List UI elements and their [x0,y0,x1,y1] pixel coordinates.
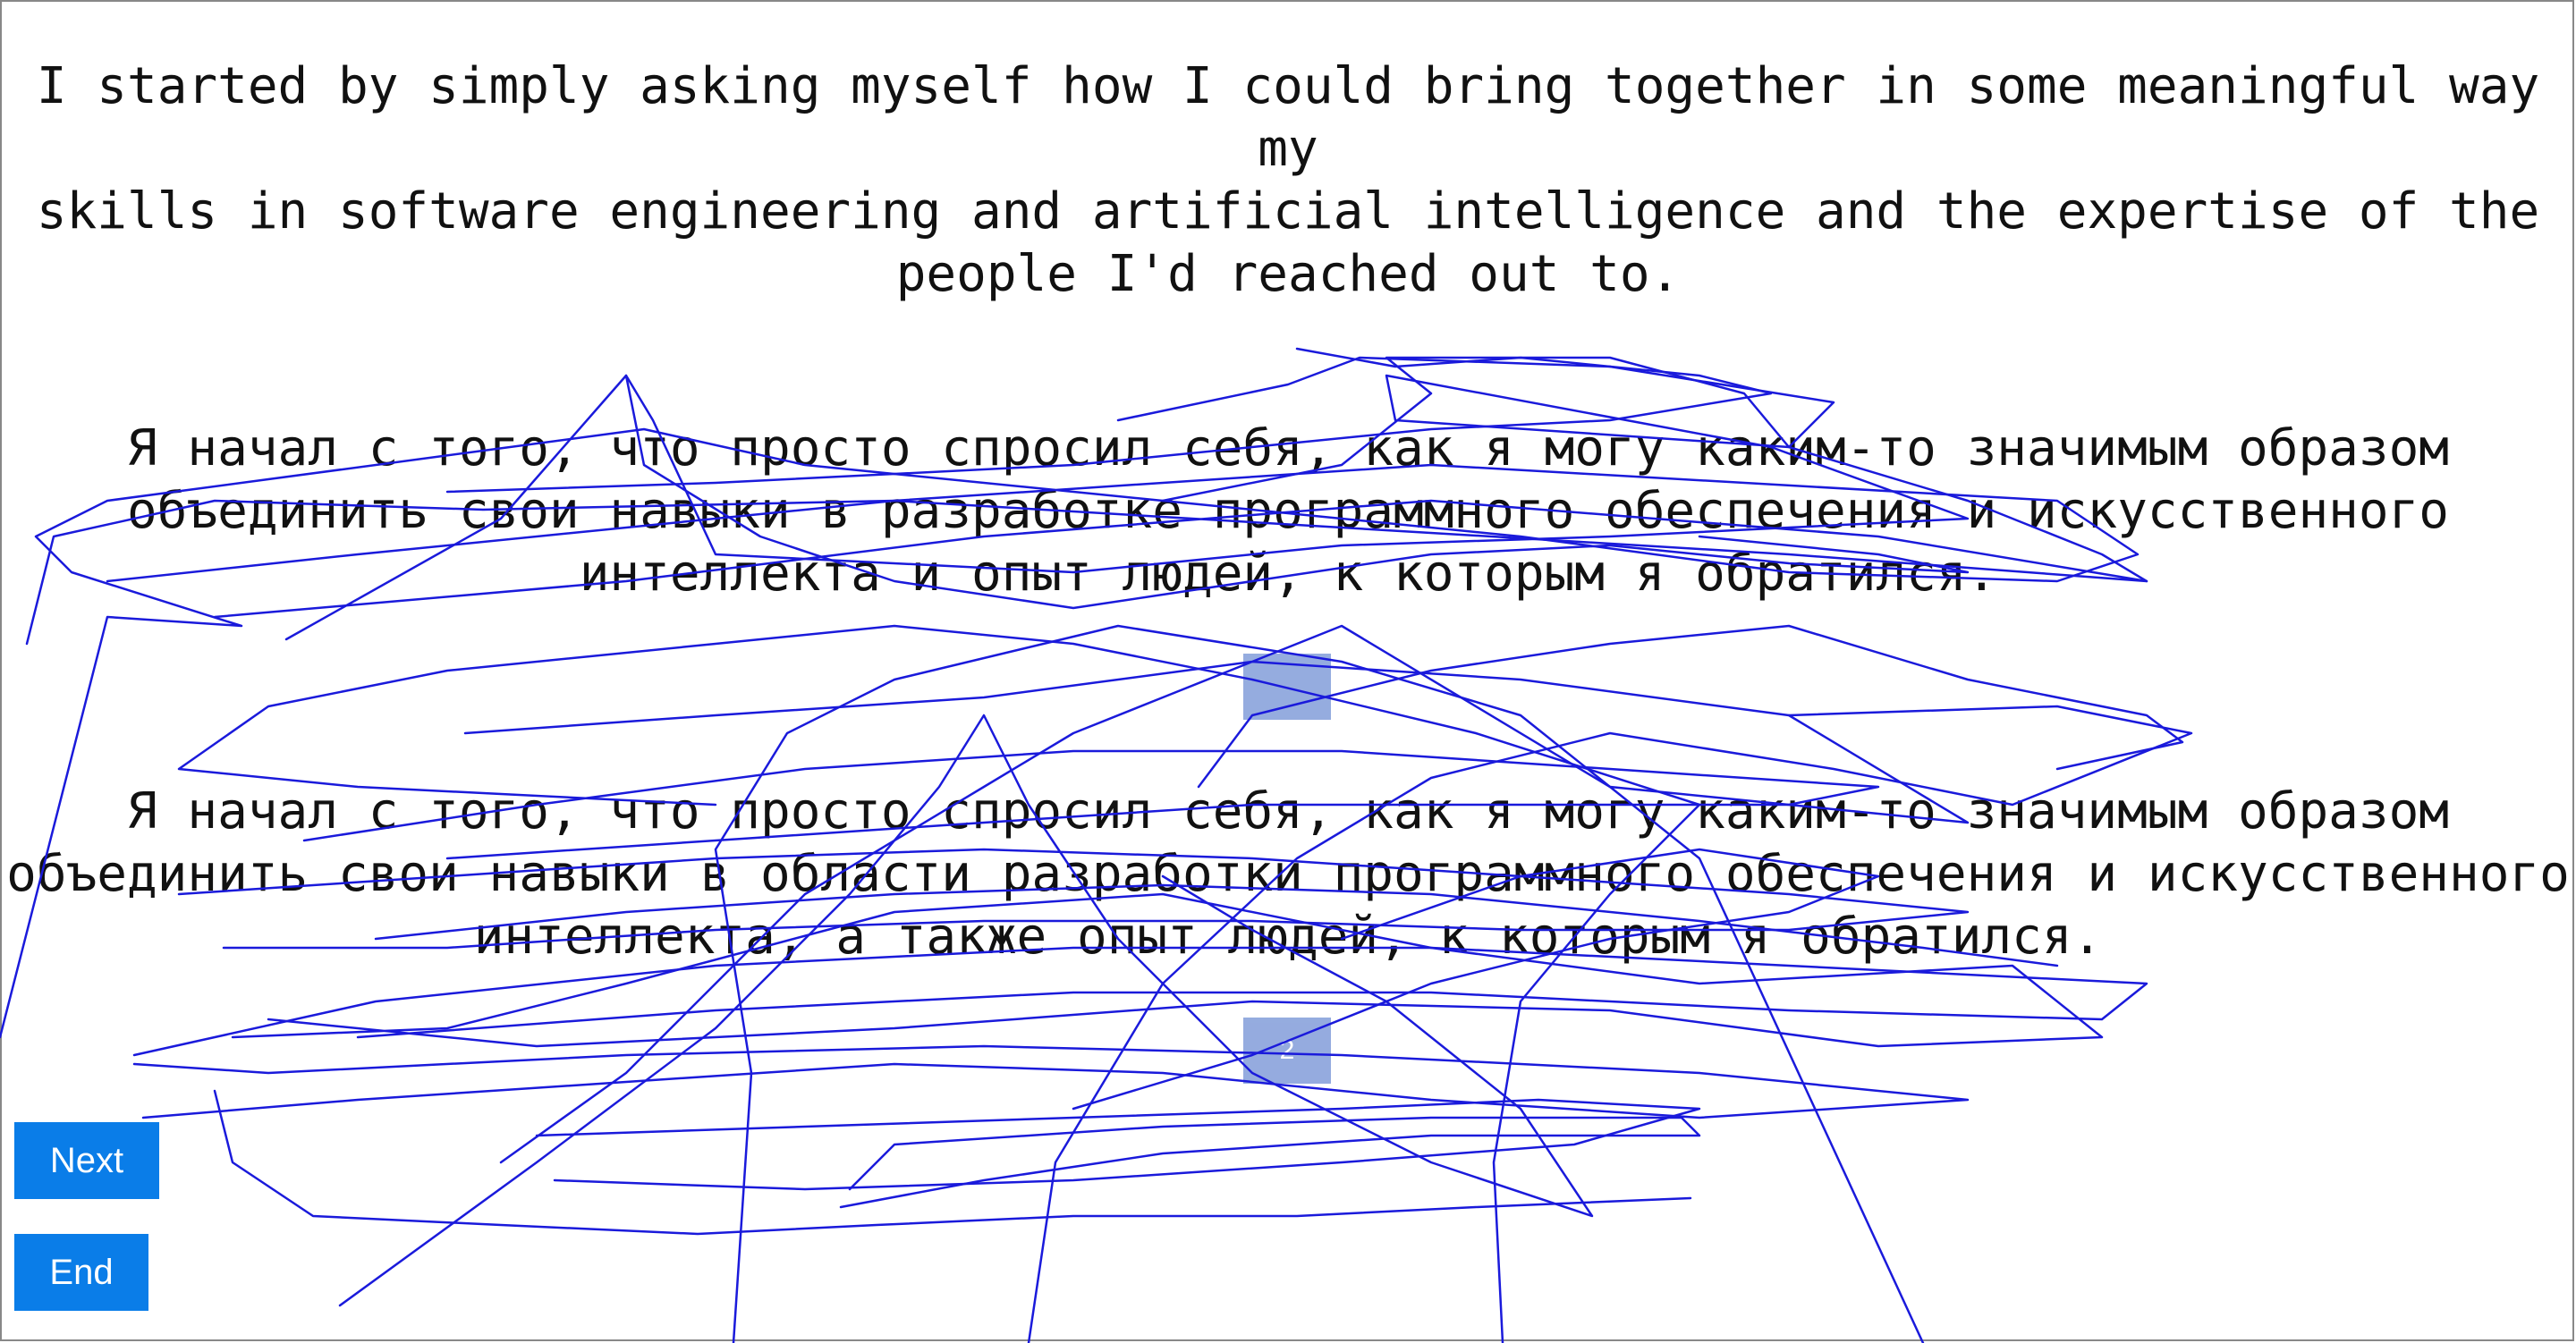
translation-option-2[interactable]: Я начал с того, что просто спросил себя,… [0,781,2576,968]
end-button[interactable]: End [14,1234,148,1311]
rank-drop-box-1[interactable] [1243,654,1331,720]
source-sentence: I started by simply asking myself how I … [36,57,2540,303]
rank-drop-box-2[interactable]: 2 [1243,1018,1331,1084]
next-button[interactable]: Next [14,1122,159,1199]
translation-option-1[interactable]: Я начал с того, что просто спросил себя,… [0,418,2576,605]
